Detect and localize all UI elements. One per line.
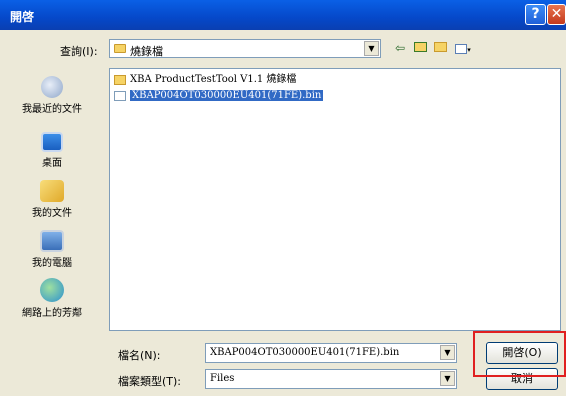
file-name: XBA ProductTestTool V1.1 燒錄檔 xyxy=(130,74,297,85)
chevron-down-icon[interactable]: ▼ xyxy=(364,41,379,56)
place-my-computer[interactable]: 我的電腦 xyxy=(6,230,98,269)
help-button[interactable]: ? xyxy=(525,4,546,25)
place-label: 桌面 xyxy=(42,158,62,169)
places-bar: 我最近的文件 桌面 我的文件 我的電腦 網路上的芳鄰 xyxy=(6,68,98,358)
look-in-label: 查詢(I): xyxy=(60,45,98,58)
filetype-select[interactable]: Files ▼ xyxy=(205,369,457,389)
close-icon: ✕ xyxy=(550,6,563,22)
filename-value: XBAP004OT030000EU401(71FE).bin xyxy=(210,347,400,358)
place-recent[interactable]: 我最近的文件 xyxy=(6,76,98,115)
filetype-label: 檔案類型(T): xyxy=(118,375,182,388)
place-label: 我最近的文件 xyxy=(22,104,82,115)
look-in-dropdown[interactable]: 燒錄檔 ▼ xyxy=(109,39,381,58)
open-dialog: 開啓 ? ✕ 查詢(I): 燒錄檔 ▼ ⇦ ▾ 我最近的文件 桌面 我的文件 我… xyxy=(0,0,566,396)
close-button[interactable]: ✕ xyxy=(547,4,566,25)
chevron-down-icon[interactable]: ▼ xyxy=(440,345,455,360)
filename-label: 檔名(N): xyxy=(118,349,161,362)
filename-input[interactable]: XBAP004OT030000EU401(71FE).bin ▼ xyxy=(205,343,457,363)
file-icon xyxy=(114,91,126,101)
place-network[interactable]: 網路上的芳鄰 xyxy=(6,278,98,319)
view-menu-icon[interactable]: ▾ xyxy=(452,40,474,56)
file-list[interactable]: XBA ProductTestTool V1.1 燒錄檔 XBAP004OT03… xyxy=(109,68,561,331)
my-computer-icon xyxy=(40,230,64,252)
title-bar: 開啓 ? ✕ xyxy=(0,0,566,30)
back-icon[interactable]: ⇦ xyxy=(392,40,408,56)
filetype-value: Files xyxy=(210,373,235,384)
look-in-value: 燒錄檔 xyxy=(130,45,163,58)
new-folder-icon[interactable] xyxy=(432,40,448,56)
chevron-down-icon[interactable]: ▼ xyxy=(440,371,455,386)
place-my-documents[interactable]: 我的文件 xyxy=(6,180,98,219)
place-desktop[interactable]: 桌面 xyxy=(6,132,98,169)
place-label: 我的電腦 xyxy=(32,258,72,269)
list-item[interactable]: XBAP004OT030000EU401(71FE).bin xyxy=(114,89,324,103)
place-label: 網路上的芳鄰 xyxy=(22,308,82,319)
list-item[interactable]: XBA ProductTestTool V1.1 燒錄檔 xyxy=(114,73,296,87)
file-name: XBAP004OT030000EU401(71FE).bin xyxy=(130,90,324,101)
folder-icon xyxy=(114,44,126,53)
recent-documents-icon xyxy=(41,76,63,98)
highlight-box xyxy=(473,331,566,377)
desktop-icon xyxy=(41,132,63,152)
place-label: 我的文件 xyxy=(32,208,72,219)
folder-icon xyxy=(114,75,126,85)
up-folder-icon[interactable] xyxy=(412,40,428,56)
window-title: 開啓 xyxy=(10,10,35,24)
network-places-icon xyxy=(40,278,64,302)
my-documents-icon xyxy=(40,180,64,202)
help-icon: ? xyxy=(531,6,540,22)
